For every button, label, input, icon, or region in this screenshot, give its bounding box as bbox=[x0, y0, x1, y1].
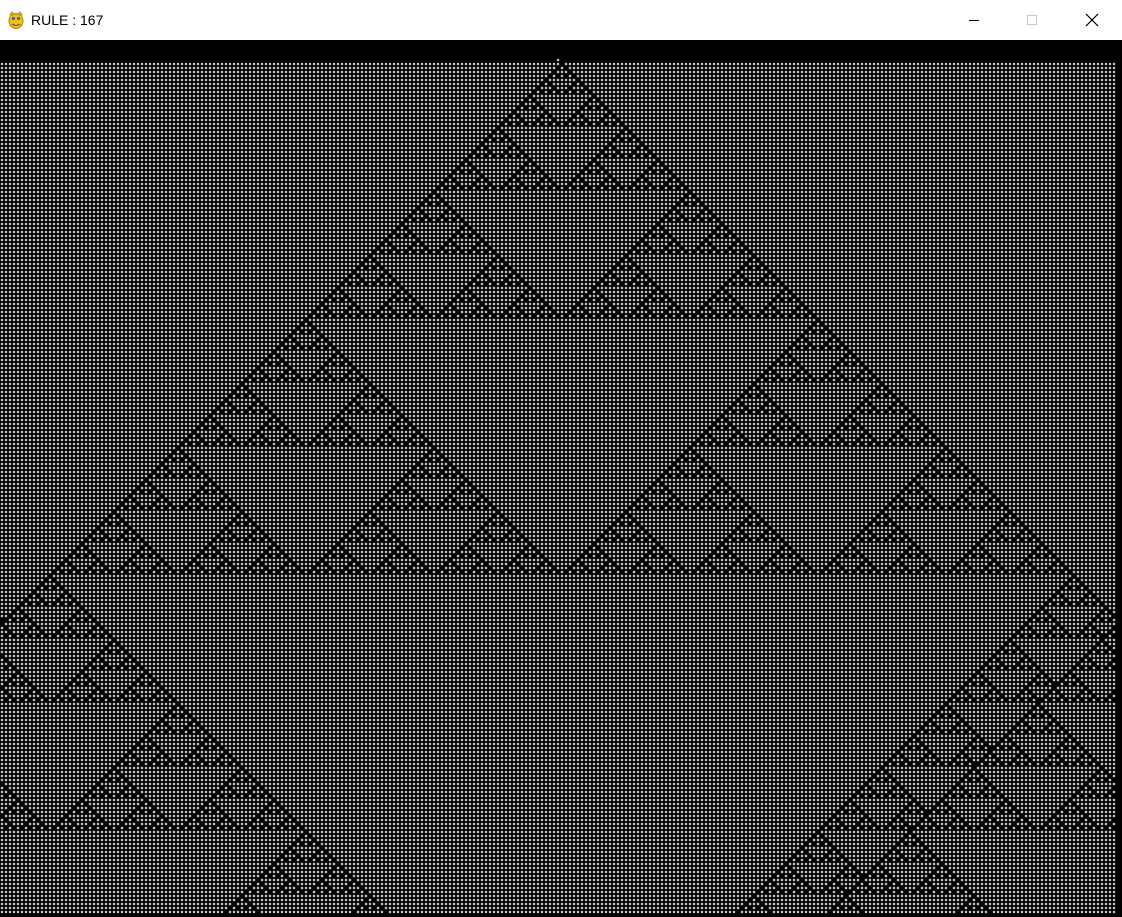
canvas-border bbox=[1118, 58, 1122, 917]
top-padding bbox=[0, 40, 1122, 58]
pygame-snake-icon bbox=[8, 11, 24, 29]
title-bar[interactable]: RULE : 167 bbox=[0, 0, 1122, 40]
maximize-icon bbox=[1027, 15, 1037, 25]
close-icon bbox=[1085, 13, 1098, 27]
window-title: RULE : 167 bbox=[31, 12, 104, 28]
minimize-button[interactable] bbox=[945, 0, 1003, 40]
maximize-button[interactable] bbox=[1003, 0, 1061, 40]
close-button[interactable] bbox=[1061, 0, 1122, 40]
automaton-canvas bbox=[0, 58, 1118, 917]
minimize-icon bbox=[969, 20, 979, 21]
app-window: RULE : 167 bbox=[0, 0, 1122, 917]
